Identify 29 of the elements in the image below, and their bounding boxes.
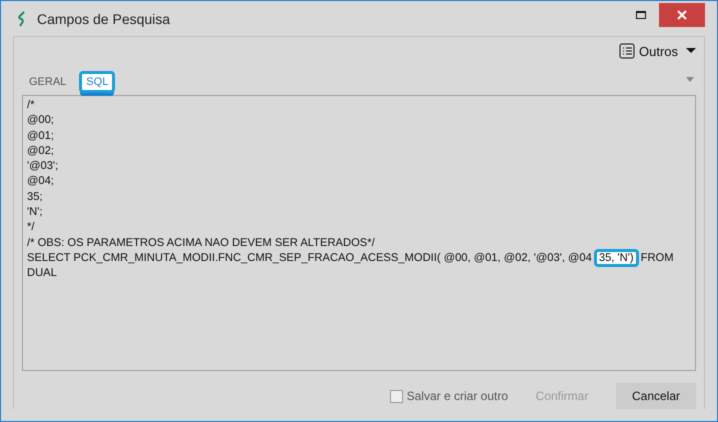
code-line: FROM — [640, 252, 674, 264]
window-title: Campos de Pesquisa — [37, 10, 172, 26]
caret-icon — [686, 77, 694, 82]
sql-editor[interactable]: /* @00; @01; @02; '@03'; @04; 35; 'N'; */ /* OBS: OS PARAMETROS ACIMA NAO DEVEM SER ALTERADOS*/ SELECT PCK_CMR_MINUTA_MODII.FNC_CMR_SEP_FRACAO_ACESS_MODII( @00, @01, @02, '@03', @04 35, 'N') FROM DUAL — [22, 95, 696, 371]
others-menu-button[interactable]: Outros — [618, 43, 696, 59]
code-line: /* — [27, 99, 34, 111]
code-line: '@03'; — [27, 160, 58, 172]
code-line: @01; — [27, 130, 54, 142]
close-icon — [677, 10, 687, 20]
maximize-icon — [636, 10, 646, 18]
checkbox-label: Salvar e criar outro — [406, 389, 508, 403]
checkbox[interactable] — [390, 390, 403, 402]
code-line: 35; — [27, 190, 43, 203]
tab[interactable]: SQL — [79, 71, 116, 93]
close-button[interactable] — [659, 2, 705, 26]
list-icon — [618, 43, 635, 59]
code-line: /* OBS: OS PARAMETROS ACIMA NAO DEVEM SER ALTERADOS*/ — [27, 236, 375, 249]
code-line: 'N'; — [27, 206, 42, 218]
code-line: @02; — [27, 144, 54, 157]
code-line: SELECT PCK_CMR_MINUTA_MODII.FNC_CMR_SEP_FRACAO_ACESS_MODII( @00, @01, @02, '@03', @04 — [27, 252, 592, 264]
highlighted-code: 35, 'N') — [594, 248, 639, 267]
code-line: DUAL — [27, 267, 57, 280]
caret-icon — [686, 48, 696, 54]
code-line: */ — [27, 221, 34, 234]
tab[interactable]: GERAL — [22, 71, 74, 93]
logo-icon — [17, 10, 27, 26]
code-line: @00; — [27, 114, 54, 126]
cancel-button[interactable]: Cancelar — [616, 383, 696, 409]
code-line: @04; — [27, 175, 54, 188]
